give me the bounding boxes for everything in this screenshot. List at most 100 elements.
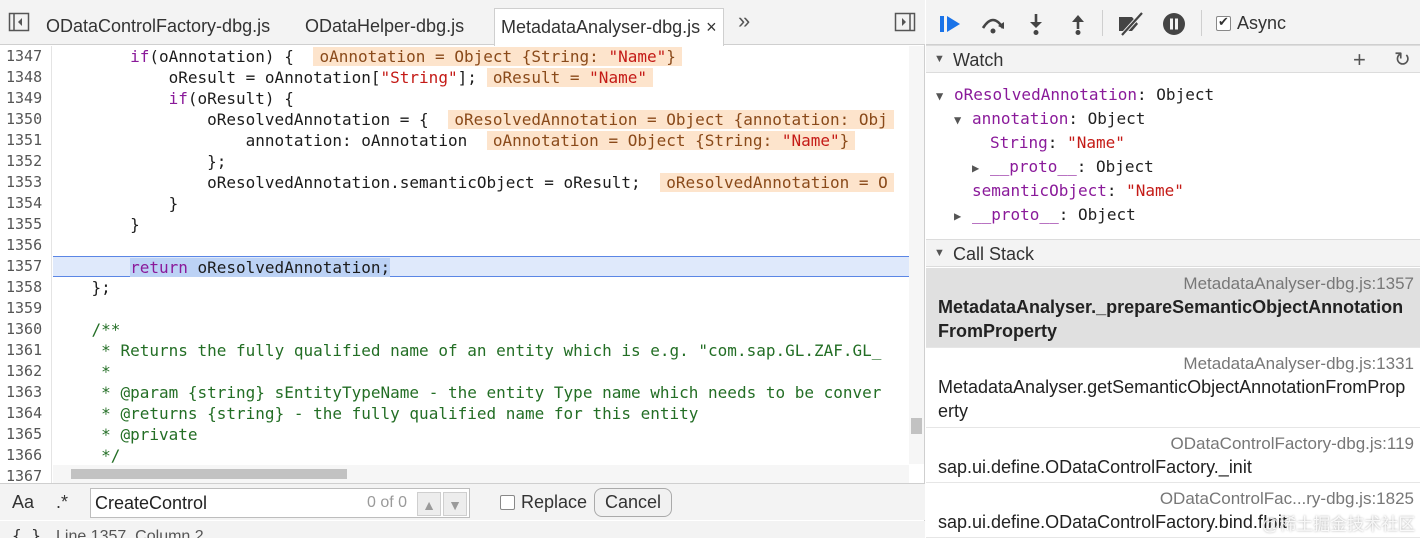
property-value: Object bbox=[1156, 85, 1215, 104]
line-number-gutter[interactable]: 1347 1348 1349 1350 1351 1352 1353 1354 1355 1356… bbox=[0, 46, 52, 483]
line-number[interactable]: 1357 bbox=[0, 256, 51, 277]
code-line[interactable] bbox=[53, 235, 909, 256]
code-line[interactable]: * Returns the fully qualified name of an… bbox=[53, 340, 909, 361]
call-frame[interactable]: MetadataAnalyser-dbg.js:1331 MetadataAnal… bbox=[926, 348, 1420, 428]
code-line[interactable]: * bbox=[53, 361, 909, 382]
add-expression-icon[interactable]: + bbox=[1353, 47, 1366, 73]
line-number[interactable]: 1351 bbox=[0, 130, 51, 151]
inline-variable-value: oAnnotation = Object {String: "Name"} bbox=[486, 131, 856, 150]
code-line[interactable]: }; bbox=[53, 151, 909, 172]
search-input[interactable] bbox=[95, 492, 355, 514]
code-line[interactable] bbox=[53, 298, 909, 319]
line-number[interactable]: 1350 bbox=[0, 109, 51, 130]
code-line[interactable]: if(oAnnotation) { oAnnotation = Object {… bbox=[53, 46, 909, 67]
line-number[interactable]: 1348 bbox=[0, 67, 51, 88]
checkbox-box[interactable] bbox=[1216, 14, 1231, 31]
line-number[interactable]: 1354 bbox=[0, 193, 51, 214]
sidebar-right-icon[interactable] bbox=[894, 11, 916, 33]
code-line[interactable]: oResolvedAnnotation.semanticObject = oRe… bbox=[53, 172, 909, 193]
paused-code-line[interactable]: return oResolvedAnnotation; bbox=[53, 256, 909, 277]
vertical-scrollbar[interactable] bbox=[909, 46, 924, 464]
code-line[interactable]: } bbox=[53, 214, 909, 235]
regex-toggle[interactable]: .* bbox=[56, 492, 68, 513]
line-number[interactable]: 1366 bbox=[0, 445, 51, 466]
line-number[interactable]: 1361 bbox=[0, 340, 51, 361]
tab-odatahelper[interactable]: ODataHelper-dbg.js bbox=[305, 8, 464, 45]
watch-tree-row[interactable]: ▼ annotation: Object bbox=[954, 107, 1145, 131]
checkbox-box[interactable] bbox=[500, 495, 515, 510]
line-number[interactable]: 1365 bbox=[0, 424, 51, 445]
call-frame[interactable]: MetadataAnalyser-dbg.js:1357 MetadataAnal… bbox=[926, 268, 1420, 348]
line-number[interactable]: 1362 bbox=[0, 361, 51, 382]
code-line[interactable]: * @returns {string} - the fully qualifie… bbox=[53, 403, 909, 424]
vertical-scroll-thumb[interactable] bbox=[911, 418, 922, 434]
line-number[interactable]: 1355 bbox=[0, 214, 51, 235]
code-line[interactable]: * @private bbox=[53, 424, 909, 445]
line-number[interactable]: 1356 bbox=[0, 235, 51, 256]
watch-tree-row[interactable]: ▶ __proto__: Object bbox=[954, 203, 1136, 227]
frame-location[interactable]: MetadataAnalyser-dbg.js:1331 bbox=[938, 352, 1414, 375]
frame-location[interactable]: ODataControlFac...ry-dbg.js:1825 bbox=[938, 487, 1414, 510]
tab-odatacontrolfactory[interactable]: ODataControlFactory-dbg.js bbox=[46, 8, 270, 45]
code-token: return bbox=[130, 258, 188, 277]
line-number[interactable]: 1363 bbox=[0, 382, 51, 403]
line-number[interactable]: 1364 bbox=[0, 403, 51, 424]
inline-value-token: oResult = bbox=[492, 68, 590, 87]
async-checkbox[interactable]: Async bbox=[1216, 13, 1286, 34]
code-line[interactable]: /** bbox=[53, 319, 909, 340]
watch-tree-row[interactable]: String: "Name" bbox=[972, 131, 1125, 155]
expanded-triangle-icon[interactable]: ▼ bbox=[936, 84, 954, 108]
replace-checkbox[interactable]: Replace bbox=[500, 492, 587, 513]
step-into-icon[interactable] bbox=[1024, 12, 1048, 36]
code-line[interactable]: */ bbox=[53, 445, 909, 466]
frame-location[interactable]: MetadataAnalyser-dbg.js:1357 bbox=[938, 272, 1414, 295]
collapsed-triangle-icon[interactable]: ▶ bbox=[954, 204, 972, 228]
sidebar-left-icon[interactable] bbox=[8, 11, 30, 33]
step-over-icon[interactable] bbox=[980, 12, 1005, 36]
code-line[interactable]: } bbox=[53, 193, 909, 214]
line-number[interactable]: 1359 bbox=[0, 298, 51, 319]
watch-tree-row[interactable]: ▶ __proto__: Object bbox=[972, 155, 1154, 179]
watch-tree-row[interactable]: ▼ oResolvedAnnotation: Object bbox=[936, 83, 1214, 107]
search-next-button[interactable]: ▼ bbox=[443, 492, 467, 516]
code-lines[interactable]: if(oAnnotation) { oAnnotation = Object {… bbox=[53, 46, 909, 483]
code-line[interactable]: * @param {string} sEntityTypeName - the … bbox=[53, 382, 909, 403]
horizontal-scroll-thumb[interactable] bbox=[71, 469, 347, 479]
line-number[interactable]: 1347 bbox=[0, 46, 51, 67]
line-number[interactable]: 1360 bbox=[0, 319, 51, 340]
code-line[interactable]: annotation: oAnnotation oAnnotation = Ob… bbox=[53, 130, 909, 151]
code-line[interactable]: oResult = oAnnotation["String"]; oResult … bbox=[53, 67, 909, 88]
watch-tree-row[interactable]: semanticObject: "Name" bbox=[954, 179, 1184, 203]
watch-section-header[interactable]: ▼ Watch + ↻ bbox=[926, 45, 1420, 73]
line-number[interactable]: 1349 bbox=[0, 88, 51, 109]
frame-location[interactable]: ODataControlFactory-dbg.js:119 bbox=[938, 432, 1414, 455]
call-stack-section-header[interactable]: ▼ Call Stack bbox=[926, 239, 1420, 267]
line-number[interactable]: 1367 bbox=[0, 466, 51, 483]
code-view[interactable]: 1347 1348 1349 1350 1351 1352 1353 1354 1355 1356… bbox=[0, 46, 925, 483]
async-label: Async bbox=[1237, 13, 1287, 33]
tab-metadataanalyser[interactable]: MetadataAnalyser-dbg.js × bbox=[494, 8, 724, 46]
call-frame[interactable]: ODataControlFactory-dbg.js:119 sap.ui.def… bbox=[926, 428, 1420, 483]
pretty-print-icon[interactable]: { } bbox=[12, 526, 41, 538]
line-number[interactable]: 1352 bbox=[0, 151, 51, 172]
search-previous-button[interactable]: ▲ bbox=[417, 492, 441, 516]
code-line[interactable]: oResolvedAnnotation = { oResolvedAnnotat… bbox=[53, 109, 909, 130]
refresh-icon[interactable]: ↻ bbox=[1394, 47, 1411, 72]
close-icon[interactable]: × bbox=[706, 17, 717, 37]
code-token: }; bbox=[91, 278, 111, 297]
more-tabs-icon[interactable]: » bbox=[738, 8, 750, 34]
line-number[interactable]: 1358 bbox=[0, 277, 51, 298]
match-case-toggle[interactable]: Aa bbox=[12, 492, 34, 513]
resume-icon[interactable] bbox=[938, 12, 962, 36]
code-line[interactable]: }; bbox=[53, 277, 909, 298]
pause-on-exceptions-icon[interactable] bbox=[1162, 12, 1186, 36]
deactivate-breakpoints-icon[interactable] bbox=[1116, 11, 1146, 37]
horizontal-scrollbar[interactable] bbox=[53, 465, 909, 483]
line-number[interactable]: 1353 bbox=[0, 172, 51, 193]
cancel-button[interactable]: Cancel bbox=[594, 488, 673, 517]
code-line[interactable]: if(oResult) { bbox=[53, 88, 909, 109]
expanded-triangle-icon[interactable]: ▼ bbox=[954, 108, 972, 132]
code-token: */ bbox=[101, 446, 121, 465]
step-out-icon[interactable] bbox=[1066, 12, 1090, 36]
collapsed-triangle-icon[interactable]: ▶ bbox=[972, 156, 990, 180]
